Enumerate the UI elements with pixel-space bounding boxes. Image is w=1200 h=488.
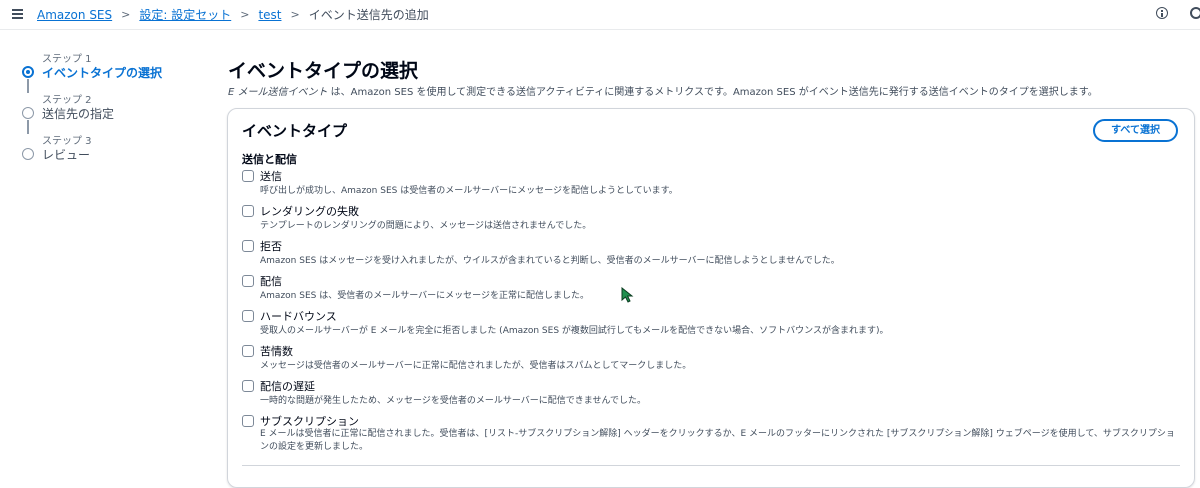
- settings-icon[interactable]: [1190, 7, 1200, 19]
- option-description: 一時的な問題が発生したため、メッセージを受信者のメールサーバーに配信できませんで…: [260, 396, 647, 406]
- step-circle-icon: [22, 148, 34, 160]
- checkbox[interactable]: [242, 170, 254, 182]
- select-all-button[interactable]: すべて選択: [1093, 119, 1178, 142]
- option-description: 呼び出しが成功し、Amazon SES は受信者のメールサーバーにメッセージを配…: [260, 186, 678, 196]
- option-label: ハードバウンス: [260, 310, 337, 323]
- breadcrumb-link-test[interactable]: test: [258, 8, 281, 22]
- option-description: テンプレートのレンダリングの問題により、メッセージは送信されませんでした。: [260, 221, 592, 231]
- top-bar: Amazon SES > 設定: 設定セット > test > イベント送信先の…: [0, 0, 1200, 30]
- container-title: イベントタイプ: [242, 122, 348, 140]
- checkbox[interactable]: [242, 345, 254, 357]
- wizard-step-3[interactable]: ステップ 3 レビュー: [22, 132, 202, 173]
- option-description: Amazon SES は、受信者のメールサーバーにメッセージを正常に配信しました…: [260, 291, 589, 301]
- section-divider: [242, 465, 1180, 466]
- chevron-right-icon: >: [290, 8, 300, 21]
- option-complaint[interactable]: 苦情数 メッセージは受信者のメールサーバーに正常に配信されましたが、受信者はスパ…: [242, 343, 1182, 378]
- checkbox[interactable]: [242, 275, 254, 287]
- option-label: サブスクリプション: [260, 415, 359, 428]
- option-hard-bounce[interactable]: ハードバウンス 受取人のメールサーバーが E メールを完全に拒否しました (Am…: [242, 308, 1182, 343]
- step-circle-icon: [22, 107, 34, 119]
- checkbox[interactable]: [242, 205, 254, 217]
- step-title: 送信先の指定: [42, 107, 115, 121]
- step-title: イベントタイプの選択: [42, 66, 163, 80]
- option-delivery-delay[interactable]: 配信の遅延 一時的な問題が発生したため、メッセージを受信者のメールサーバーに配信…: [242, 378, 1182, 413]
- checkbox[interactable]: [242, 240, 254, 252]
- wizard-steps-nav: ステップ 1 イベントタイプの選択 ステップ 2 送信先の指定 ステップ 3 レ…: [22, 50, 202, 173]
- option-description: E メールは受信者に正常に配信されました。受信者は、[リスト-サブスクリプション…: [260, 429, 1175, 452]
- step-number: ステップ 2: [42, 95, 92, 106]
- breadcrumb-link-amazon-ses[interactable]: Amazon SES: [37, 8, 112, 22]
- breadcrumb-link-configuration-sets[interactable]: 設定: 設定セット: [139, 6, 231, 23]
- option-reject[interactable]: 拒否 Amazon SES はメッセージを受け入れましたが、ウイルスが含まれてい…: [242, 238, 1182, 273]
- chevron-right-icon: >: [240, 8, 250, 21]
- group-label-sending-delivery: 送信と配信: [242, 153, 297, 166]
- breadcrumb-current: イベント送信先の追加: [308, 8, 429, 22]
- chevron-right-icon: >: [121, 8, 131, 21]
- step-number: ステップ 3: [42, 136, 92, 147]
- option-send[interactable]: 送信 呼び出しが成功し、Amazon SES は受信者のメールサーバーにメッセー…: [242, 168, 1182, 203]
- page-description-text: は、Amazon SES を使用して測定できる送信アクティビティに関連するメトリ…: [327, 87, 1098, 98]
- option-subscription[interactable]: サブスクリプション E メールは受信者に正常に配信されました。受信者は、[リスト…: [242, 413, 1182, 452]
- page-description-emphasis: E メール送信イベント: [228, 87, 328, 98]
- option-description: メッセージは受信者のメールサーバーに正常に配信されましたが、受信者はスパムとして…: [260, 361, 692, 371]
- step-number: ステップ 1: [42, 54, 92, 65]
- option-label: レンダリングの失敗: [260, 205, 359, 218]
- checkbox[interactable]: [242, 310, 254, 322]
- option-label: 配信の遅延: [260, 380, 315, 393]
- option-delivery[interactable]: 配信 Amazon SES は、受信者のメールサーバーにメッセージを正常に配信し…: [242, 273, 1182, 308]
- wizard-step-2[interactable]: ステップ 2 送信先の指定: [22, 91, 202, 134]
- option-label: 配信: [260, 275, 282, 288]
- option-label: 苦情数: [260, 345, 293, 358]
- event-types-container: イベントタイプ すべて選択 送信と配信 送信 呼び出しが成功し、Amazon S…: [227, 108, 1195, 488]
- mouse-cursor-icon: [621, 287, 634, 303]
- checkbox[interactable]: [242, 415, 254, 427]
- step-active-circle-icon: [22, 66, 34, 78]
- step-title: レビュー: [42, 148, 91, 162]
- option-description: 受取人のメールサーバーが E メールを完全に拒否しました (Amazon SES…: [260, 326, 889, 336]
- page-title: イベントタイプの選択: [228, 60, 419, 82]
- page-description: E メール送信イベント は、Amazon SES を使用して測定できる送信アクテ…: [228, 83, 1098, 98]
- info-icon[interactable]: [1156, 7, 1168, 19]
- hamburger-menu-icon[interactable]: [12, 9, 23, 19]
- breadcrumb: Amazon SES > 設定: 設定セット > test > イベント送信先の…: [37, 6, 429, 23]
- event-type-options: 送信 呼び出しが成功し、Amazon SES は受信者のメールサーバーにメッセー…: [242, 168, 1182, 452]
- option-rendering-failure[interactable]: レンダリングの失敗 テンプレートのレンダリングの問題により、メッセージは送信され…: [242, 203, 1182, 238]
- option-description: Amazon SES はメッセージを受け入れましたが、ウイルスが含まれていると判…: [260, 256, 840, 266]
- checkbox[interactable]: [242, 380, 254, 392]
- option-label: 拒否: [260, 240, 282, 253]
- option-label: 送信: [260, 170, 282, 183]
- wizard-step-1[interactable]: ステップ 1 イベントタイプの選択: [22, 50, 202, 93]
